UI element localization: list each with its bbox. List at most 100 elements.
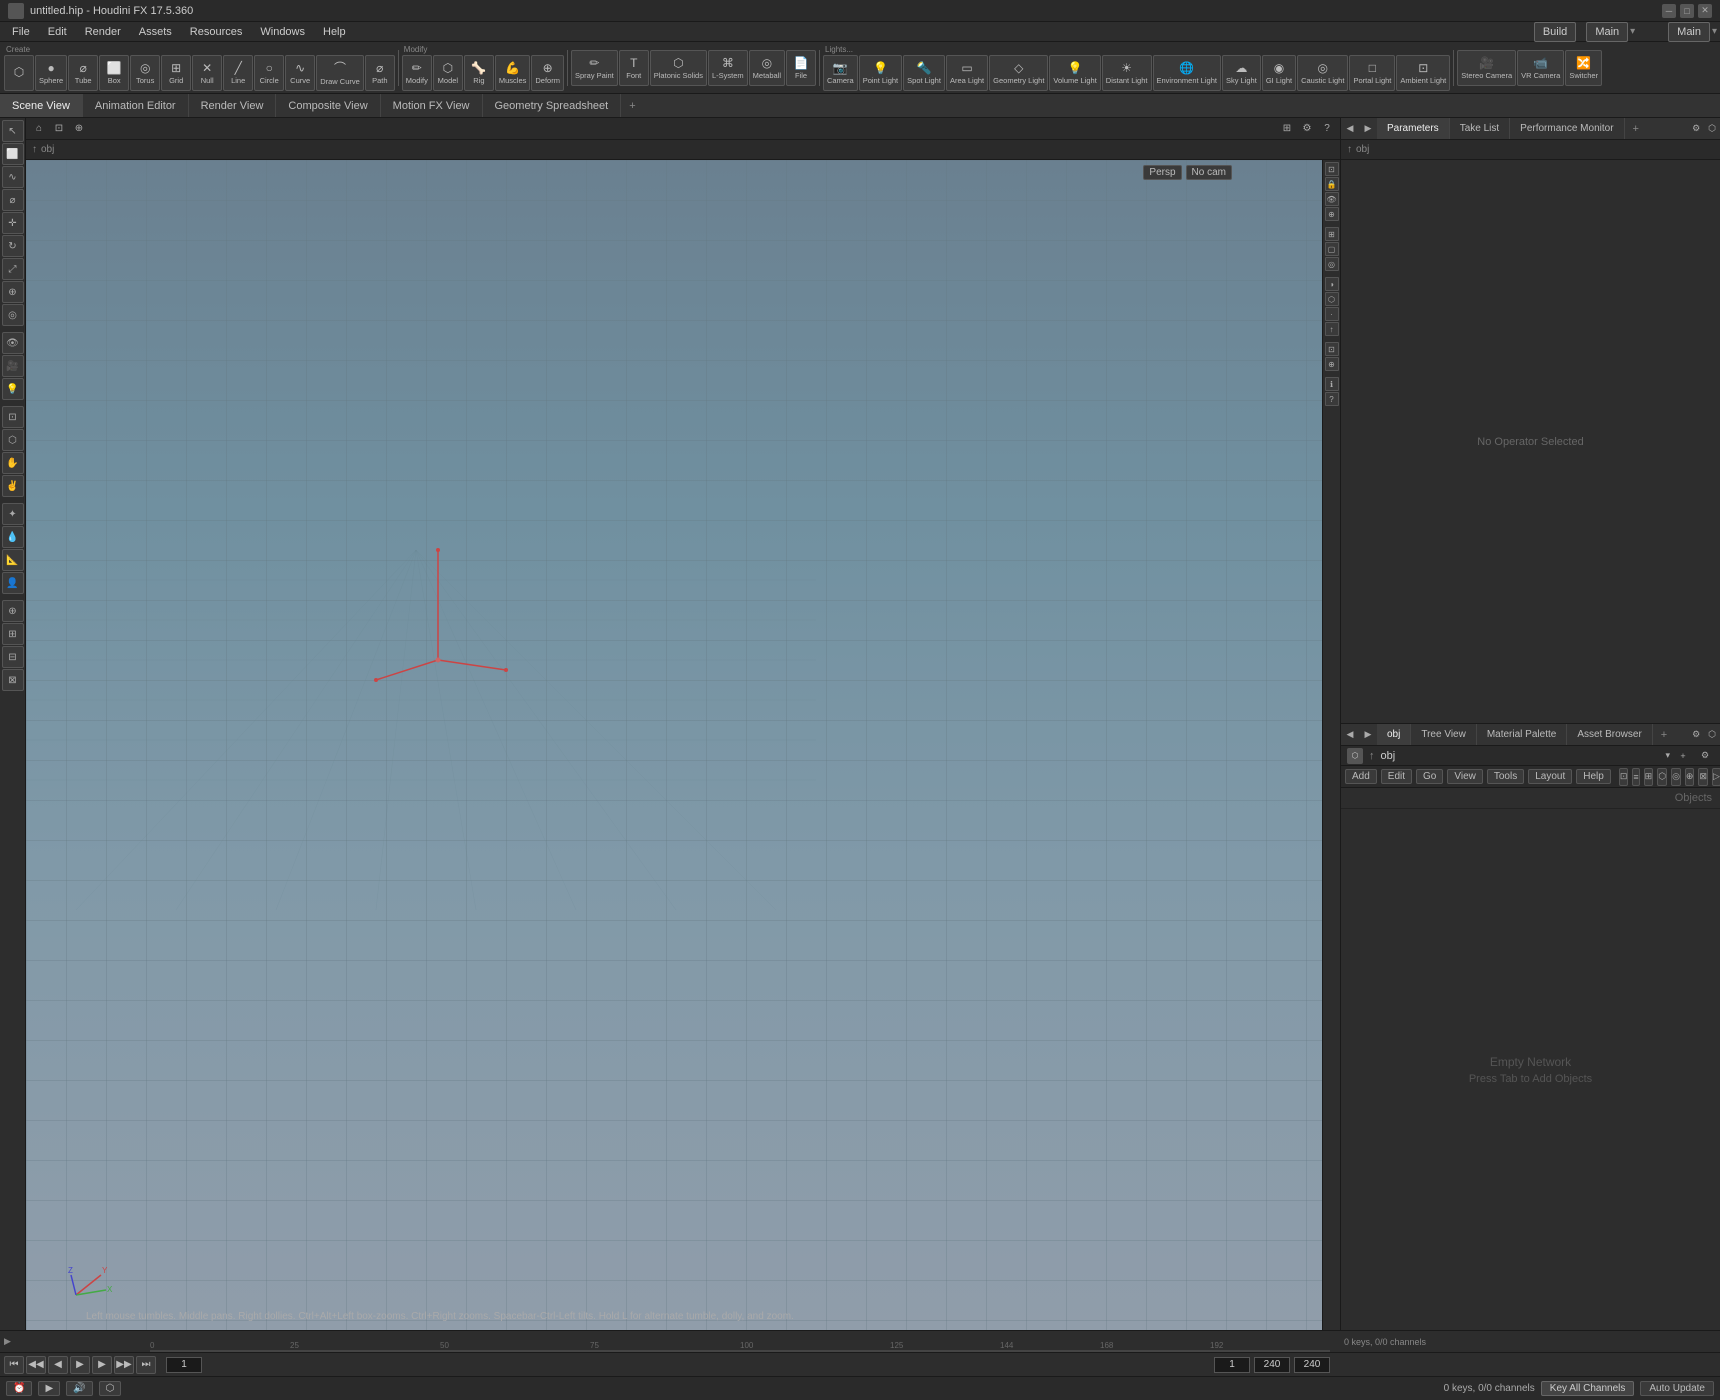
tool-curve[interactable]: ∿Curve — [285, 55, 315, 91]
tool-geometry[interactable]: ⬡ — [4, 55, 34, 91]
net-view-icon-2[interactable]: ≡ — [1632, 768, 1639, 786]
tool-model[interactable]: ⬡Model — [433, 55, 463, 91]
tool-torus[interactable]: ◎Torus — [130, 55, 160, 91]
minimize-button[interactable]: ─ — [1662, 4, 1676, 18]
viewport-layout-icon[interactable]: ⊞ — [1278, 120, 1296, 138]
close-button[interactable]: ✕ — [1698, 4, 1712, 18]
net-edit-btn[interactable]: Edit — [1381, 769, 1412, 784]
tool-lsystem[interactable]: ⌘L-System — [708, 50, 748, 86]
auto-update-button[interactable]: Auto Update — [1640, 1381, 1714, 1396]
next-key-btn[interactable]: ▶▶ — [114, 1356, 134, 1374]
net-view-icon-7[interactable]: ⊠ — [1698, 768, 1708, 786]
tool-tube[interactable]: ⌀Tube — [68, 55, 98, 91]
viewport-help-icon[interactable]: ? — [1318, 120, 1336, 138]
viewport-frame-icon[interactable]: ⊡ — [50, 120, 68, 138]
snap-tool[interactable]: ⊡ — [2, 406, 24, 428]
tab-tree-view[interactable]: Tree View — [1411, 724, 1476, 745]
global-anim-btn[interactable]: ⏰ — [6, 1381, 32, 1396]
tool-file[interactable]: 📄File — [786, 50, 816, 86]
tool-metaball[interactable]: ◎Metaball — [749, 50, 785, 86]
next-frame-btn[interactable]: ▶ — [92, 1356, 112, 1374]
shelf-tool-2[interactable]: ⊞ — [2, 623, 24, 645]
vrt-help-icon[interactable]: ? — [1325, 392, 1339, 406]
network-zoom-in[interactable]: + — [1674, 747, 1692, 765]
pose-tool[interactable]: ✋ — [2, 452, 24, 474]
cam-badge[interactable]: No cam — [1186, 165, 1232, 180]
tool-line[interactable]: ╱Line — [223, 55, 253, 91]
rotate-tool[interactable]: ↻ — [2, 235, 24, 257]
tab-parameters[interactable]: Parameters — [1377, 118, 1450, 139]
scale-tool[interactable]: ⤢ — [2, 258, 24, 280]
tool-area-light[interactable]: ▭Area Light — [946, 55, 988, 91]
tool-platonic[interactable]: ⬡Platonic Solids — [650, 50, 707, 86]
net-view-icon-4[interactable]: ⬡ — [1657, 768, 1667, 786]
tool-point-light[interactable]: 💡Point Light — [859, 55, 902, 91]
handle-tool[interactable]: ⬡ — [2, 429, 24, 451]
net-tab-add[interactable]: + — [1653, 726, 1675, 744]
net-view-icon-8[interactable]: ▷ — [1712, 768, 1720, 786]
play-btn[interactable]: ▶ — [70, 1356, 90, 1374]
net-view-icon-1[interactable]: ⊡ — [1619, 768, 1629, 786]
tool-box[interactable]: ⬜Box — [99, 55, 129, 91]
frame-input[interactable] — [166, 1357, 202, 1373]
render-btn[interactable]: ⬡ — [99, 1381, 122, 1396]
tool-env-light[interactable]: 🌐Environment Light — [1153, 55, 1221, 91]
desktop-dropdown[interactable]: Main — [1586, 22, 1628, 42]
fluid-tool[interactable]: 💧 — [2, 526, 24, 548]
playback-options-btn[interactable]: ▶ — [38, 1381, 60, 1396]
net-view-btn[interactable]: View — [1447, 769, 1483, 784]
tool-deform[interactable]: ⊕Deform — [531, 55, 564, 91]
vrt-camera-icon[interactable]: ⊡ — [1325, 162, 1339, 176]
cloth-tool[interactable]: 📐 — [2, 549, 24, 571]
end-frame-input-2[interactable] — [1294, 1357, 1330, 1373]
tool-font[interactable]: TFont — [619, 50, 649, 86]
build-button[interactable]: Build — [1534, 22, 1576, 42]
net-view-icon-5[interactable]: ◎ — [1671, 768, 1681, 786]
tool-volume-light[interactable]: 💡Volume Light — [1049, 55, 1100, 91]
vrt-vis-icon[interactable]: 👁 — [1325, 192, 1339, 206]
net-panel-settings-icon[interactable]: ⚙ — [1688, 729, 1704, 740]
tool-muscles[interactable]: 💪Muscles — [495, 55, 531, 91]
net-panel-float-icon[interactable]: ⬡ — [1704, 729, 1720, 740]
vrt-nrm-icon[interactable]: ↑ — [1325, 322, 1339, 336]
lasso-tool[interactable]: ∿ — [2, 166, 24, 188]
tool-gi-light[interactable]: ◉GI Light — [1262, 55, 1296, 91]
second-desktop-dropdown[interactable]: Main — [1668, 22, 1710, 42]
net-view-icon-6[interactable]: ⊕ — [1685, 768, 1695, 786]
menu-edit[interactable]: Edit — [40, 24, 75, 40]
vrt-render-icon[interactable]: ⊕ — [1325, 207, 1339, 221]
network-path-options[interactable]: ▾ — [1665, 750, 1670, 761]
tab-render-view[interactable]: Render View — [189, 94, 277, 117]
menu-file[interactable]: File — [4, 24, 38, 40]
tool-circle[interactable]: ○Circle — [254, 55, 284, 91]
vrt-grid-icon[interactable]: ⊞ — [1325, 227, 1339, 241]
pose2-tool[interactable]: ✌ — [2, 475, 24, 497]
light-tool[interactable]: 💡 — [2, 378, 24, 400]
vrt-zoom-icon[interactable]: ⊕ — [1325, 357, 1339, 371]
camera-tool[interactable]: 🎥 — [2, 355, 24, 377]
maximize-button[interactable]: □ — [1680, 4, 1694, 18]
menu-resources[interactable]: Resources — [182, 24, 251, 40]
menu-help[interactable]: Help — [315, 24, 354, 40]
pivot-tool[interactable]: ◎ — [2, 304, 24, 326]
net-panel-nav-next[interactable]: ▶ — [1359, 726, 1377, 744]
shelf-tool-3[interactable]: ⊟ — [2, 646, 24, 668]
tab-motion-fx[interactable]: Motion FX View — [381, 94, 483, 117]
vrt-lock-icon[interactable]: 🔒 — [1325, 177, 1339, 191]
tool-caustic-light[interactable]: ◎Caustic Light — [1297, 55, 1348, 91]
tool-distant-light[interactable]: ☀Distant Light — [1102, 55, 1152, 91]
tool-spot-light[interactable]: 🔦Spot Light — [903, 55, 945, 91]
prev-key-btn[interactable]: ◀◀ — [26, 1356, 46, 1374]
vrt-measure-icon[interactable]: ⊡ — [1325, 342, 1339, 356]
viewport-home-icon[interactable]: ⌂ — [30, 120, 48, 138]
tool-camera[interactable]: 📷Camera — [823, 55, 858, 91]
select-box-tool[interactable]: ⬜ — [2, 143, 24, 165]
tab-take-list[interactable]: Take List — [1450, 118, 1510, 139]
prev-frame-btn[interactable]: ◀ — [48, 1356, 68, 1374]
tool-switcher[interactable]: 🔀Switcher — [1565, 50, 1602, 86]
vrt-pts-icon[interactable]: · — [1325, 307, 1339, 321]
vrt-shading-icon[interactable]: ◑ — [1325, 277, 1339, 291]
net-layout-btn[interactable]: Layout — [1528, 769, 1572, 784]
window-controls[interactable]: ─ □ ✕ — [1662, 4, 1712, 18]
panel-tab-add[interactable]: + — [1625, 120, 1647, 138]
